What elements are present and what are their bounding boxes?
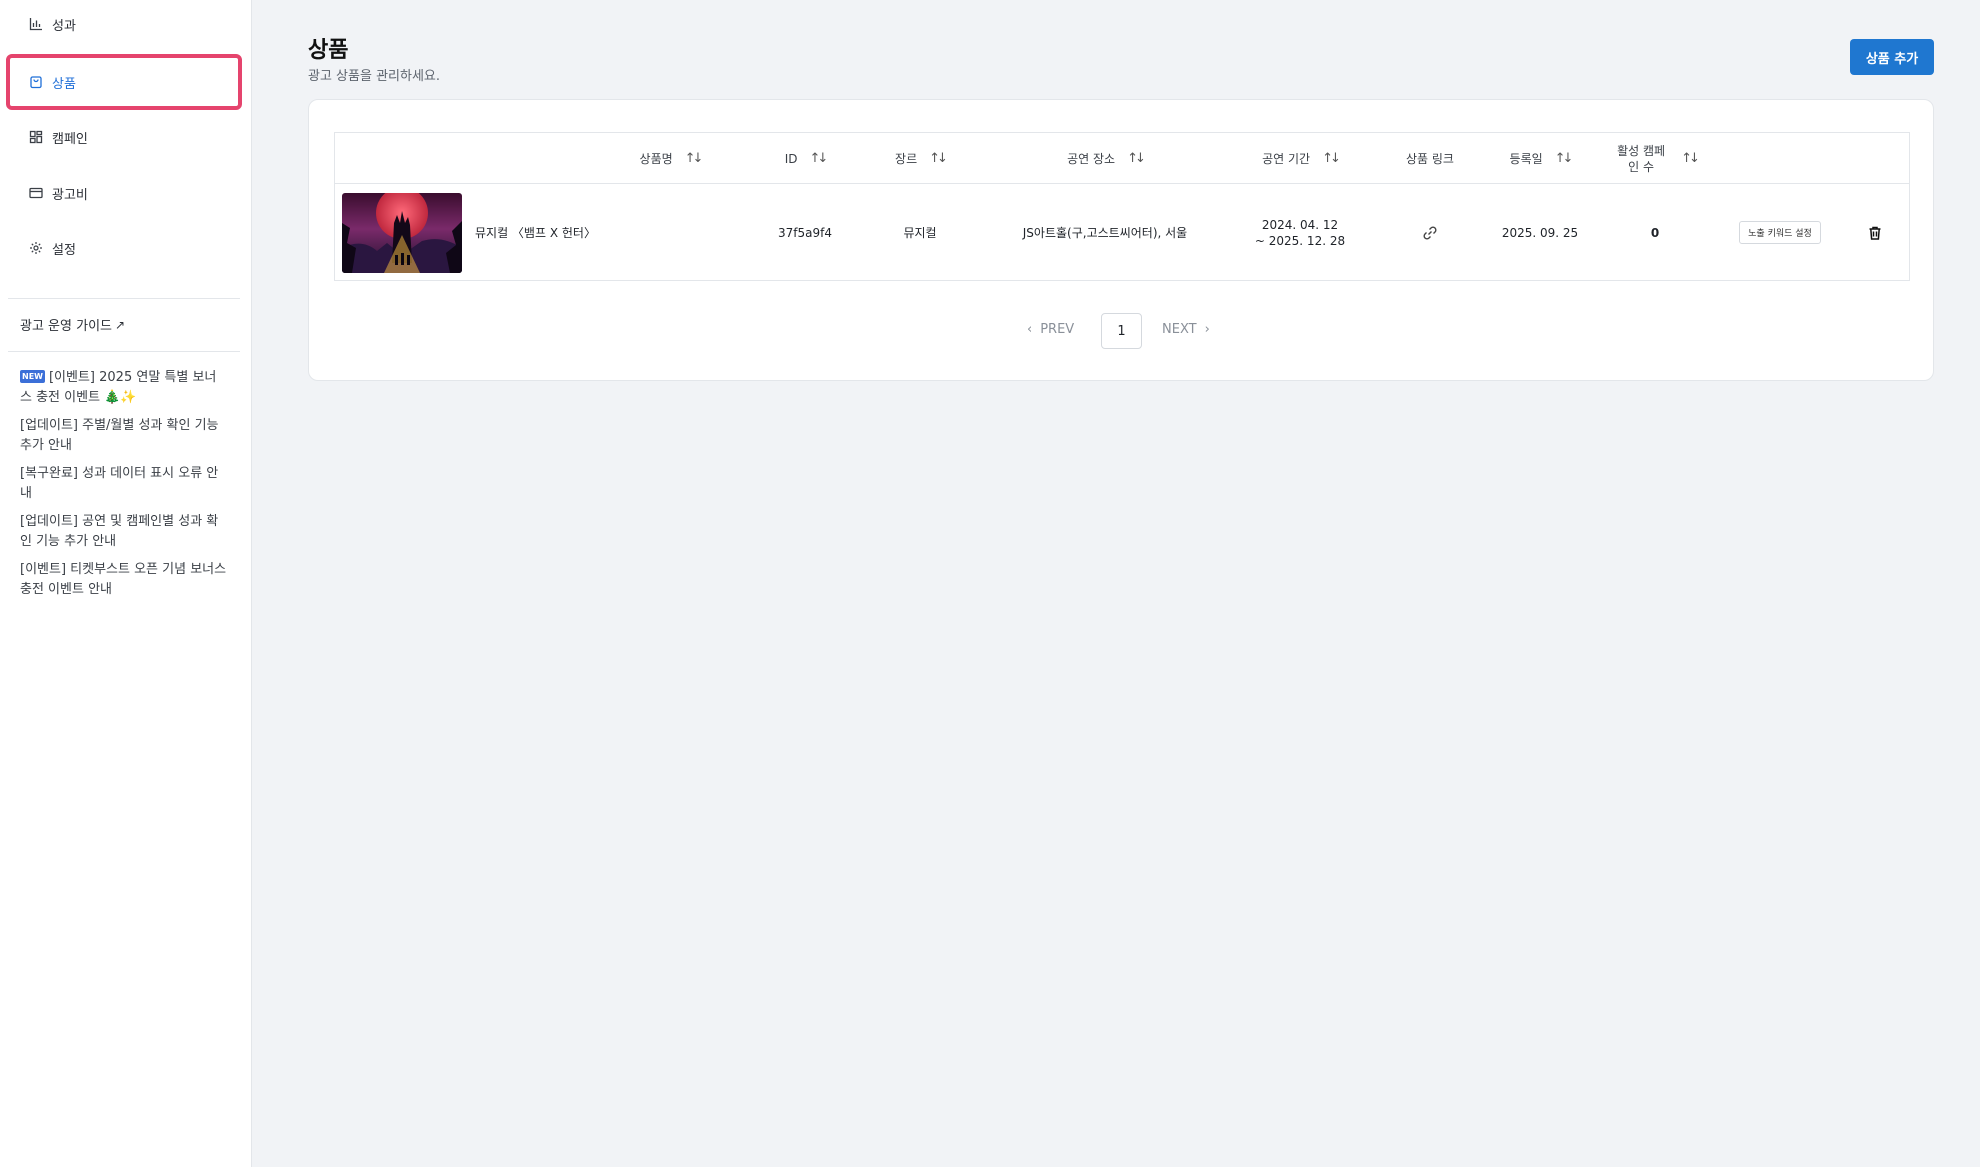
product-venue: JS아트홀(구,고스트씨어터), 서울	[1022, 225, 1188, 240]
period-end: ~ 2025. 12. 28	[1254, 233, 1346, 248]
keyword-cell: 노출 키워드 설정	[1715, 184, 1845, 281]
products-table: 상품명 ↑↓ ID ↑↓ 장르 ↑↓ 공연 장소 ↑↓ 공연 기간 ↑↓ 상품 링크 등록…	[334, 132, 1910, 281]
bar-chart-icon	[28, 16, 44, 32]
sidebar-item-label: 캠페인	[52, 131, 88, 147]
notice-text: [업데이트] 주별/월별 성과 확인 기능 추가 안내	[20, 418, 219, 453]
sidebar-item-label: 성과	[52, 18, 76, 34]
sidebar-item-ad-spend[interactable]: 광고비	[6, 167, 242, 219]
notice-item[interactable]: [이벤트] 티켓부스트 오픈 기념 보너스 충전 이벤트 안내	[20, 560, 228, 600]
column-header-venue: 공연 장소 ↑↓	[1067, 150, 1146, 167]
chevron-right-icon: ›	[1204, 322, 1210, 337]
gear-icon	[28, 240, 44, 256]
prev-page-button[interactable]: ‹ PREV	[1027, 322, 1074, 337]
grid-icon	[28, 129, 44, 145]
notice-text: [이벤트] 2025 연말 특별 보너스 충전 이벤트 🎄✨	[20, 370, 217, 405]
sort-icon[interactable]: ↑↓	[685, 151, 704, 167]
sidebar-item-settings[interactable]: 설정	[6, 222, 242, 274]
sidebar-divider	[8, 351, 240, 352]
credit-card-icon	[28, 185, 44, 201]
product-period: 2024. 04. 12 ~ 2025. 12. 28	[1225, 184, 1375, 281]
notice-item[interactable]: [복구완료] 성과 데이터 표시 오류 안내	[20, 464, 228, 504]
new-badge: NEW	[20, 370, 45, 383]
page-title: 상품	[308, 38, 349, 63]
trash-icon[interactable]	[1867, 225, 1883, 241]
delete-cell	[1845, 184, 1905, 281]
add-product-button[interactable]: 상품 추가	[1850, 39, 1934, 75]
chevron-left-icon: ‹	[1027, 322, 1033, 337]
sort-icon[interactable]: ↑↓	[1127, 151, 1146, 167]
product-id: 37f5a9f4	[778, 225, 832, 240]
next-page-button[interactable]: NEXT ›	[1162, 322, 1210, 337]
sort-icon[interactable]: ↑↓	[1681, 151, 1700, 167]
table-row[interactable]: 뮤지컬 〈뱀프 X 헌터〉 37f5a9f4 뮤지컬 JS아트홀(구,고스트씨어…	[335, 184, 1909, 281]
notice-item[interactable]: NEW [이벤트] 2025 연말 특별 보너스 충전 이벤트 🎄✨	[20, 368, 228, 408]
product-registered: 2025. 09. 25	[1501, 225, 1579, 240]
active-campaigns-count: 0	[1650, 225, 1660, 240]
notice-text: [이벤트] 티켓부스트 오픈 기념 보너스 충전 이벤트 안내	[20, 562, 227, 597]
sidebar-item-label: 상품	[52, 76, 76, 92]
ad-guide-label: 광고 운영 가이드	[20, 319, 112, 334]
notice-item[interactable]: [업데이트] 공연 및 캠페인별 성과 확인 기능 추가 안내	[20, 512, 228, 552]
keyword-settings-button[interactable]: 노출 키워드 설정	[1739, 221, 1821, 244]
ad-guide-link[interactable]: 광고 운영 가이드 ↗	[20, 315, 126, 335]
sort-icon[interactable]: ↑↓	[929, 151, 948, 167]
product-genre: 뮤지컬	[903, 225, 937, 240]
products-card: 상품명 ↑↓ ID ↑↓ 장르 ↑↓ 공연 장소 ↑↓ 공연 기간 ↑↓ 상품 링크 등록…	[308, 99, 1934, 381]
link-icon[interactable]	[1421, 224, 1439, 242]
notice-text: [업데이트] 공연 및 캠페인별 성과 확인 기능 추가 안내	[20, 514, 219, 549]
column-header-genre: 장르 ↑↓	[895, 150, 948, 167]
sidebar-divider	[8, 298, 240, 299]
sidebar-item-performance[interactable]: 성과	[6, 0, 242, 50]
sort-icon[interactable]: ↑↓	[1555, 151, 1574, 167]
page-number-current[interactable]: 1	[1101, 313, 1142, 349]
external-link-icon: ↗	[115, 317, 126, 332]
sidebar-item-label: 광고비	[52, 187, 88, 203]
sidebar: 성과 상품 캠페인 광고비 설정 광고 운영 가이드 ↗ NEW [이벤트] 20…	[0, 0, 252, 1167]
page-subtitle: 광고 상품을 관리하세요.	[308, 69, 440, 84]
sidebar-item-label: 설정	[52, 242, 76, 258]
notice-text: [복구완료] 성과 데이터 표시 오류 안내	[20, 466, 219, 501]
product-link-cell	[1370, 184, 1490, 281]
shopping-bag-icon	[28, 74, 44, 90]
column-header-period: 공연 기간 ↑↓	[1262, 150, 1341, 167]
sort-icon[interactable]: ↑↓	[1322, 151, 1341, 167]
product-thumbnail	[342, 193, 462, 273]
sidebar-item-products[interactable]: 상품	[6, 54, 242, 110]
period-start: 2024. 04. 12	[1261, 217, 1339, 232]
table-header: 상품명 ↑↓ ID ↑↓ 장르 ↑↓ 공연 장소 ↑↓ 공연 기간 ↑↓ 상품 링크 등록…	[335, 133, 1909, 184]
product-name[interactable]: 뮤지컬 〈뱀프 X 헌터〉	[475, 184, 596, 281]
pagination: ‹ PREV 1 NEXT ›	[309, 313, 1933, 349]
sort-icon[interactable]: ↑↓	[809, 151, 828, 167]
column-header-id: ID ↑↓	[784, 150, 829, 167]
column-header-active-campaigns: 활성 캠페인 수 ↑↓	[1617, 143, 1700, 174]
column-header-link: 상품 링크	[1406, 151, 1454, 166]
notice-item[interactable]: [업데이트] 주별/월별 성과 확인 기능 추가 안내	[20, 416, 228, 456]
sidebar-item-campaigns[interactable]: 캠페인	[6, 111, 242, 163]
